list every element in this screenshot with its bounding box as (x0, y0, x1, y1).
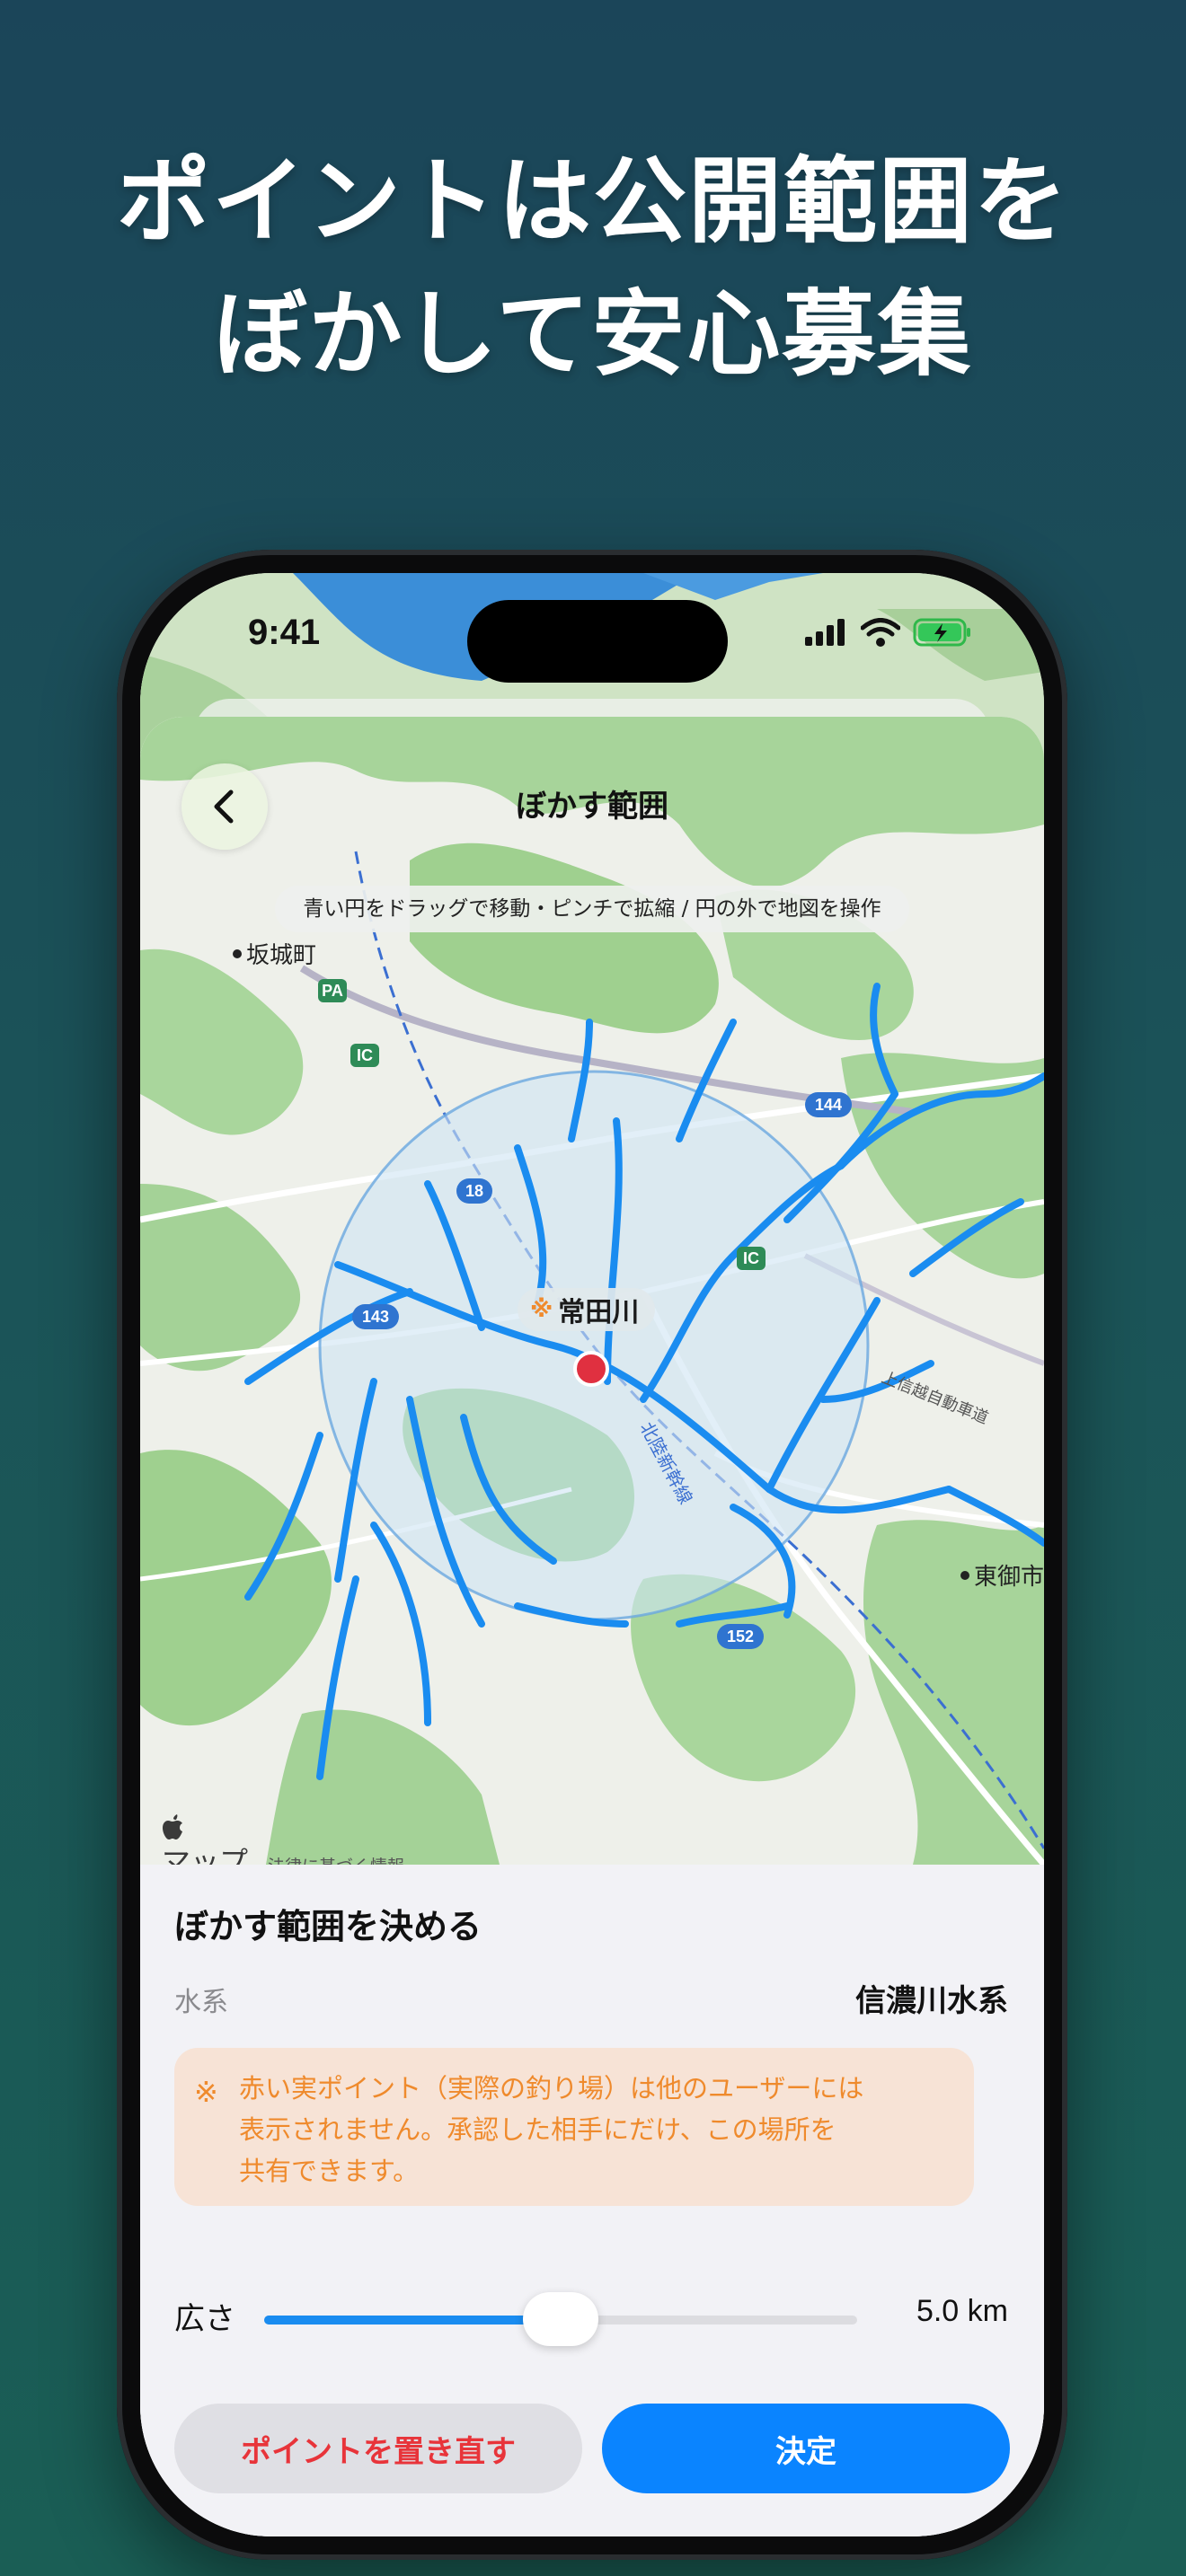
apple-logo-icon (163, 1814, 182, 1839)
wifi-icon (861, 618, 900, 647)
road-badge-ic: IC (357, 1046, 373, 1064)
slider-fill (264, 2316, 561, 2325)
road-badge-pa: PA (322, 982, 343, 1000)
blur-range-sheet: PA IC IC 144 18 143 152 坂城町 東御市 北陸新幹線 上信… (140, 717, 1044, 2536)
town-label-sakaki: 坂城町 (246, 942, 316, 969)
town-label-tomi: 東御市 (974, 1564, 1044, 1591)
road-badge-152: 152 (727, 1628, 754, 1645)
battery-charging-icon (913, 618, 970, 647)
cellular-signal-icon (805, 619, 845, 646)
width-slider[interactable] (264, 2292, 857, 2346)
dynamic-island (467, 600, 728, 683)
status-icons (805, 618, 972, 647)
reposition-point-button[interactable]: ポイントを置き直す (174, 2404, 582, 2493)
place-marker-icon: ※ (530, 1296, 553, 1323)
section-title: ぼかす範囲を決める (174, 1907, 482, 1946)
width-label: 広さ (174, 2301, 235, 2337)
map-hint: 青い円をドラッグで移動・ピンチで拡縮 / 円の外で地図を操作 (275, 886, 909, 932)
map-view[interactable]: PA IC IC 144 18 143 152 坂城町 東御市 北陸新幹線 上信… (140, 717, 1044, 1879)
notice-marker-icon: ※ (194, 2075, 218, 2109)
phone-frame: 9:41 PA IC IC 144 18 143 152 坂城町 東御市 北陸新… (117, 550, 1067, 2560)
road-badge-18: 18 (465, 1182, 483, 1200)
width-value: 5.0 km (916, 2294, 1008, 2328)
settings-panel: ぼかす範囲を決める 水系 信濃川水系 ※ 赤い実ポイント（実際の釣り場）は他のユ… (140, 1865, 1044, 2536)
road-badge-ic-2: IC (743, 1249, 759, 1267)
confirm-button[interactable]: 決定 (602, 2404, 1010, 2493)
page-title: ぼかす範囲 (516, 789, 668, 825)
headline-line-1: ポイントは公開範囲を (116, 146, 1069, 256)
notice-line-2: 表示されません。承認した相手にだけ、この場所を (239, 2114, 836, 2145)
place-name: 常田川 (558, 1297, 640, 1328)
notice-text: 赤い実ポイント（実際の釣り場）は他のユーザーには 表示されません。承認した相手に… (239, 2068, 949, 2192)
headline: ポイントは公開範囲を ぼかして安心募集 (0, 135, 1186, 401)
status-time: 9:41 (248, 613, 321, 652)
road-badge-144: 144 (815, 1096, 842, 1114)
notice-line-1: 赤い実ポイント（実際の釣り場）は他のユーザーには (239, 2073, 864, 2104)
water-system-value: 信濃川水系 (855, 1983, 1008, 2019)
privacy-notice: ※ 赤い実ポイント（実際の釣り場）は他のユーザーには 表示されません。承認した相… (174, 2048, 974, 2206)
place-label[interactable]: ※ 常田川 (518, 1288, 656, 1331)
road-badge-143: 143 (362, 1308, 389, 1326)
water-system-label: 水系 (174, 1987, 228, 2018)
notice-line-3: 共有できます。 (239, 2156, 420, 2186)
headline-line-2: ぼかして安心募集 (213, 279, 973, 389)
actual-point-marker[interactable] (573, 1351, 609, 1387)
phone-screen: 9:41 PA IC IC 144 18 143 152 坂城町 東御市 北陸新… (140, 573, 1044, 2536)
slider-thumb[interactable] (523, 2292, 598, 2346)
